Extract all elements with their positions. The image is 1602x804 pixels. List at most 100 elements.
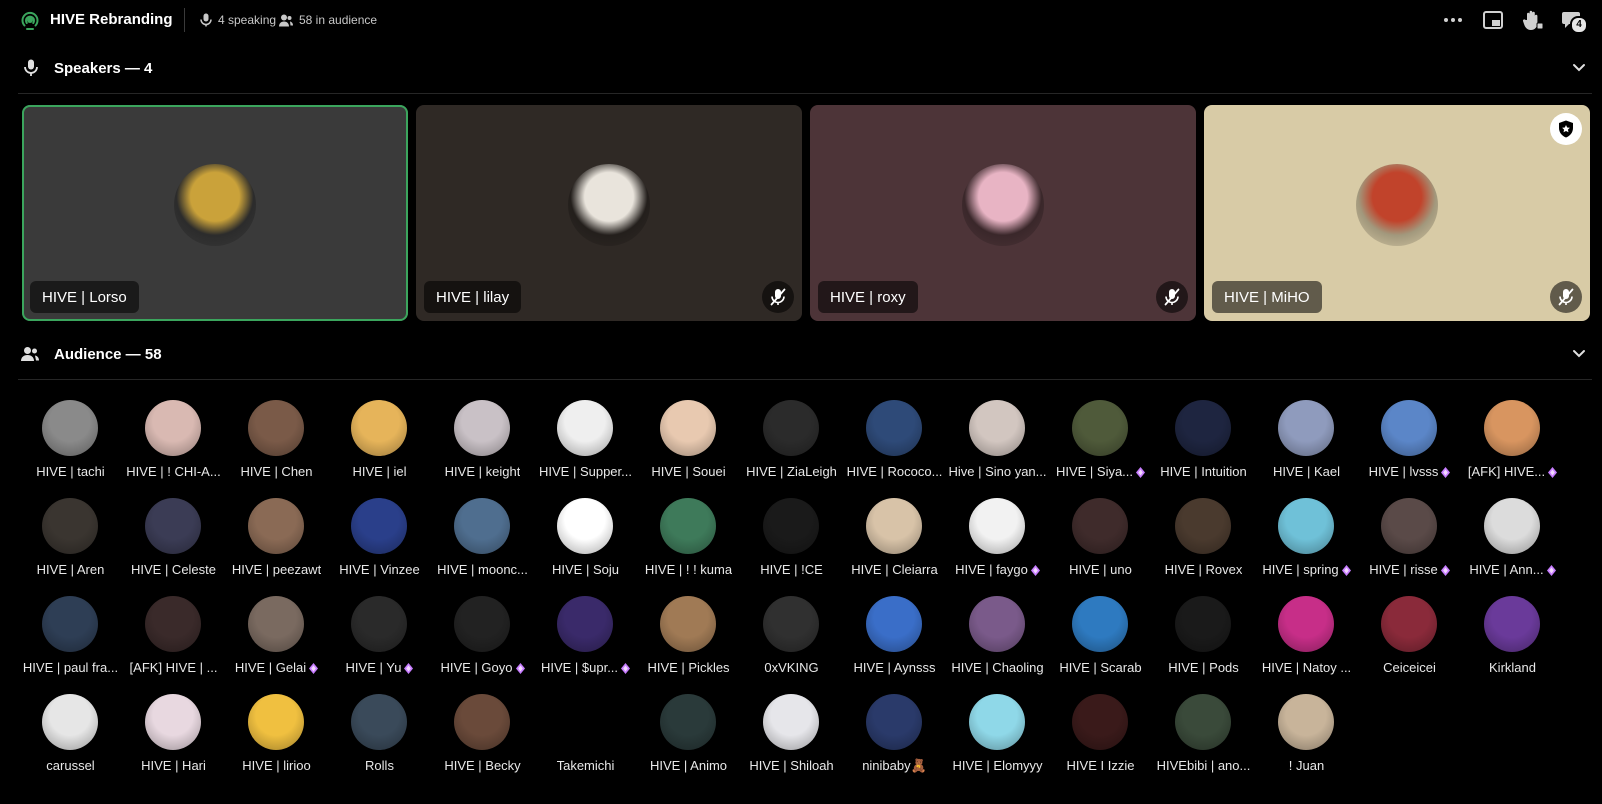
audience-member[interactable]: carussel: [18, 694, 123, 790]
audience-member[interactable]: [AFK] HIVE...: [1460, 400, 1565, 496]
audience-member-name: HIVE | Elomyyy: [941, 758, 1054, 773]
username-label: HIVE | Scarab: [1059, 660, 1142, 675]
audience-member[interactable]: HIVE | Supper...: [533, 400, 638, 496]
nitro-gem-icon: [1546, 564, 1556, 576]
audience-member[interactable]: HIVE | Becky: [430, 694, 535, 790]
audience-member[interactable]: HIVE | Animo: [636, 694, 741, 790]
audience-member[interactable]: HIVE I Izzie: [1048, 694, 1153, 790]
username-label: ! Juan: [1288, 758, 1325, 773]
audience-member[interactable]: HIVE | $upr...: [533, 596, 638, 692]
audience-member[interactable]: HIVE | paul fra...: [18, 596, 123, 692]
chevron-down-icon[interactable]: [1572, 60, 1586, 79]
avatar: [1072, 694, 1128, 750]
avatar: [969, 694, 1025, 750]
avatar: [1381, 596, 1437, 652]
speakers-section-header[interactable]: Speakers — 4: [18, 53, 1592, 83]
audience-member[interactable]: HIVE | Elomyyy: [945, 694, 1050, 790]
speaker-tile[interactable]: HIVE | MiHO: [1204, 105, 1590, 321]
audience-member[interactable]: HIVE | Intuition: [1151, 400, 1256, 496]
audience-member[interactable]: Hive | Sino yan...: [945, 400, 1050, 496]
username-label: ninibaby🧸: [862, 758, 927, 773]
audience-member[interactable]: HIVE | Pods: [1151, 596, 1256, 692]
audience-member[interactable]: HIVE | Kael: [1254, 400, 1359, 496]
audience-member[interactable]: Takemichi: [533, 694, 638, 790]
username-label: [AFK] HIVE...: [1467, 464, 1546, 479]
speaker-tile[interactable]: HIVE | roxy: [810, 105, 1196, 321]
audience-member[interactable]: HIVE | uno: [1048, 498, 1153, 594]
avatar: [454, 498, 510, 554]
audience-member[interactable]: HIVE | keight: [430, 400, 535, 496]
audience-section-header[interactable]: Audience — 58: [18, 339, 1592, 369]
audience-member[interactable]: HIVE | ! CHI-A...: [121, 400, 226, 496]
audience-member[interactable]: [AFK] HIVE | ...: [121, 596, 226, 692]
audience-member[interactable]: HIVE | lirioo: [224, 694, 329, 790]
audience-member[interactable]: HIVE | Aynsss: [842, 596, 947, 692]
audience-member[interactable]: HIVE | Siya...: [1048, 400, 1153, 496]
audience-member[interactable]: HIVE | spring: [1254, 498, 1359, 594]
audience-member[interactable]: Kirkland: [1460, 596, 1565, 692]
audience-member[interactable]: HIVE | ZiaLeigh: [739, 400, 844, 496]
audience-member-name: Ceiceicei: [1353, 660, 1466, 675]
audience-member-name: HIVE | Rovex: [1147, 562, 1260, 577]
audience-member[interactable]: HIVE | Rococo...: [842, 400, 947, 496]
nitro-gem-icon: [1440, 564, 1450, 576]
audience-member[interactable]: HIVE | Shiloah: [739, 694, 844, 790]
speaker-tile[interactable]: HIVE | lilay: [416, 105, 802, 321]
audience-member[interactable]: HIVE | Vinzee: [327, 498, 432, 594]
audience-member[interactable]: HIVEbibi | ano...: [1151, 694, 1256, 790]
audience-member[interactable]: HIVE | Natoy ...: [1254, 596, 1359, 692]
audience-member-name: HIVEbibi | ano...: [1147, 758, 1260, 773]
audience-member-name: HIVE | Soju: [529, 562, 642, 577]
chevron-down-icon[interactable]: [1572, 346, 1586, 365]
audience-member[interactable]: HIVE | !CE: [739, 498, 844, 594]
audience-member[interactable]: Rolls: [327, 694, 432, 790]
username-label: HIVE | Hari: [141, 758, 206, 773]
audience-member[interactable]: HIVE | faygo: [945, 498, 1050, 594]
audience-member[interactable]: HIVE | Souei: [636, 400, 741, 496]
audience-member-name: HIVE | iel: [323, 464, 436, 479]
audience-member[interactable]: HIVE | Celeste: [121, 498, 226, 594]
audience-member[interactable]: HIVE | Goyo: [430, 596, 535, 692]
audience-member[interactable]: HIVE | Chen: [224, 400, 329, 496]
username-label: HIVE | Soju: [552, 562, 619, 577]
audience-member[interactable]: ninibaby🧸: [842, 694, 947, 790]
audience-member[interactable]: ! Juan: [1254, 694, 1359, 790]
username-label: carussel: [46, 758, 95, 773]
audience-member[interactable]: HIVE | Pickles: [636, 596, 741, 692]
avatar: [351, 400, 407, 456]
username-label: HIVE | lirioo: [242, 758, 311, 773]
more-options-button[interactable]: [1441, 8, 1465, 32]
audience-member[interactable]: HIVE | moonc...: [430, 498, 535, 594]
audience-member[interactable]: HIVE | ! ! kuma: [636, 498, 741, 594]
popout-button[interactable]: [1481, 8, 1505, 32]
audience-member[interactable]: 0xVKING: [739, 596, 844, 692]
inbox-button[interactable]: 4: [1561, 8, 1588, 34]
audience-member[interactable]: HIVE | lvsss: [1357, 400, 1462, 496]
audience-count-label: 58 in audience: [299, 13, 378, 27]
audience-member[interactable]: HIVE | risse: [1357, 498, 1462, 594]
audience-member[interactable]: HIVE | peezawt: [224, 498, 329, 594]
avatar: [248, 596, 304, 652]
audience-member[interactable]: Ceiceicei: [1357, 596, 1462, 692]
audience-member[interactable]: HIVE | Rovex: [1151, 498, 1256, 594]
audience-member[interactable]: HIVE | Hari: [121, 694, 226, 790]
audience-member[interactable]: HIVE | Aren: [18, 498, 123, 594]
avatar: [763, 498, 819, 554]
avatar: [763, 400, 819, 456]
audience-member[interactable]: HIVE | iel: [327, 400, 432, 496]
microphone-icon: [200, 13, 212, 27]
audience-member[interactable]: HIVE | Cleiarra: [842, 498, 947, 594]
audience-member[interactable]: HIVE | Yu: [327, 596, 432, 692]
request-to-speak-button[interactable]: [1521, 8, 1545, 32]
username-label: HIVE | Vinzee: [339, 562, 420, 577]
audience-member-name: HIVE | Aren: [14, 562, 127, 577]
audience-member[interactable]: HIVE | tachi: [18, 400, 123, 496]
speaker-tile[interactable]: HIVE | Lorso: [22, 105, 408, 321]
avatar: [42, 498, 98, 554]
audience-member[interactable]: HIVE | Chaoling: [945, 596, 1050, 692]
audience-member[interactable]: HIVE | Scarab: [1048, 596, 1153, 692]
audience-member[interactable]: HIVE | Ann...: [1460, 498, 1565, 594]
audience-member-name: HIVE | lirioo: [220, 758, 333, 773]
audience-member[interactable]: HIVE | Gelai: [224, 596, 329, 692]
audience-member[interactable]: HIVE | Soju: [533, 498, 638, 594]
